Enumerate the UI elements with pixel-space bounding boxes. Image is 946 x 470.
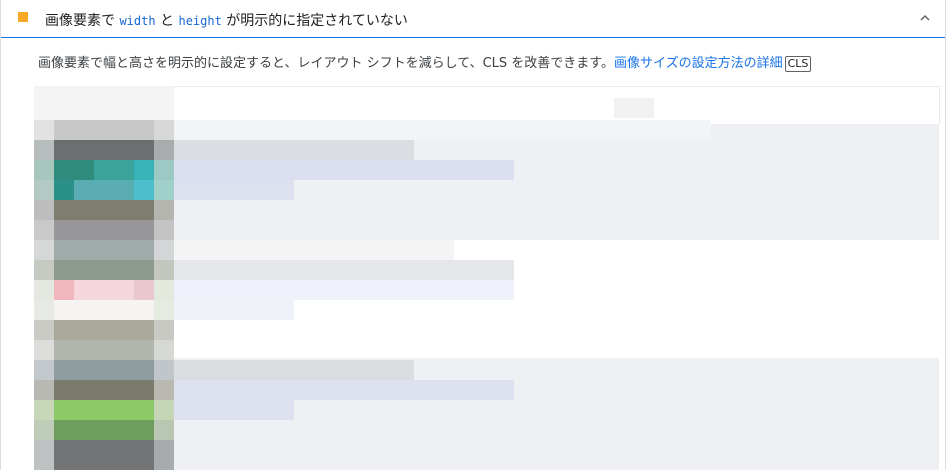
audit-description: 画像要素で幅と高さを明示的に設定すると、レイアウト シフトを減らして、CLS を…	[38, 52, 812, 72]
warning-status-icon	[18, 12, 28, 22]
chevron-up-icon[interactable]	[917, 10, 933, 26]
title-prefix: 画像要素で	[45, 13, 120, 29]
code-width: width	[119, 14, 156, 28]
audit-header[interactable]: 画像要素で width と height が明示的に指定されていない	[1, 0, 945, 38]
description-text: 画像要素で幅と高さを明示的に設定すると、レイアウト シフトを減らして、CLS を…	[38, 56, 614, 71]
learn-more-link[interactable]: 画像サイズの設定方法の詳細	[614, 56, 783, 71]
code-height: height	[178, 14, 222, 28]
audit-title: 画像要素で width と height が明示的に指定されていない	[45, 10, 408, 30]
title-mid: と	[155, 13, 179, 29]
cls-badge: CLS	[784, 56, 812, 72]
audit-panel: 画像要素で width と height が明示的に指定されていない 画像要素で…	[0, 0, 946, 470]
title-suffix: が明示的に指定されていない	[221, 13, 408, 29]
image-table	[34, 86, 940, 470]
